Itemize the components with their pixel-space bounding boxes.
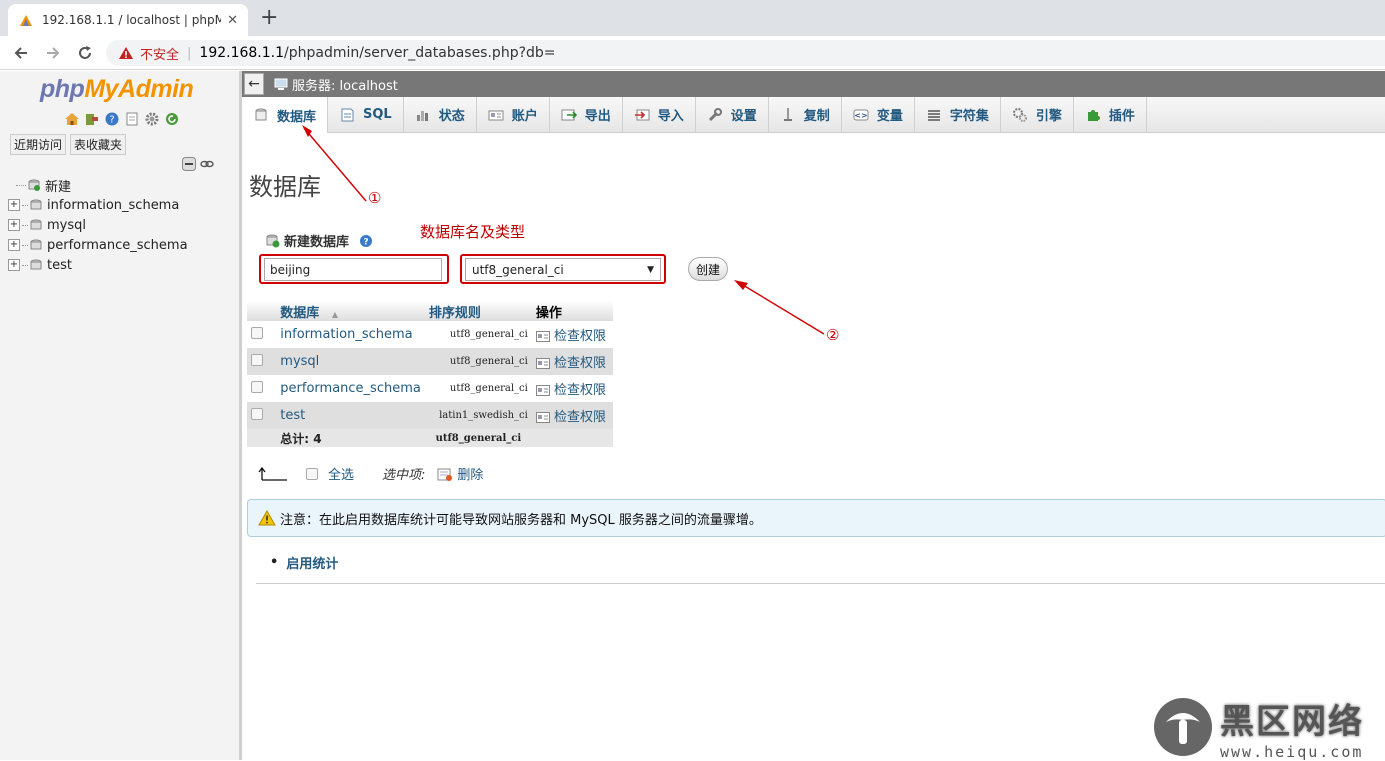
annotation-overlay — [302, 125, 825, 335]
tree-connector — [22, 204, 28, 206]
back-arrow-icon[interactable] — [12, 44, 30, 62]
forward-arrow-icon[interactable] — [44, 44, 62, 62]
annotation-arrowhead-2 — [734, 280, 748, 290]
address-bar: 不安全 | 192.168.1.1/phpadmin/server_databa… — [0, 36, 1385, 70]
left-navigation: phpMyAdmin ? 近期访问 表收藏夹 新建 + information_… — [0, 71, 242, 760]
tree-connector — [22, 244, 28, 246]
url-host: 192.168.1.1 — [199, 45, 285, 61]
annotation-arrow-1 — [303, 127, 367, 202]
tab-title: 192.168.1.1 / localhost | phpM — [42, 13, 222, 27]
new-tab-button[interactable]: + — [260, 4, 278, 32]
tree-item-test[interactable]: + test — [8, 255, 188, 275]
annotation-marker-2: ② — [826, 326, 840, 344]
url-text[interactable]: 192.168.1.1/phpadmin/server_databases.ph… — [199, 45, 555, 61]
watermark: 黑区网络 www.heiqu.com — [1152, 694, 1385, 761]
omnibox[interactable]: 不安全 | 192.168.1.1/phpadmin/server_databa… — [106, 40, 1385, 66]
tree-item-information-schema[interactable]: + information_schema — [8, 195, 188, 215]
link-icon[interactable] — [200, 157, 214, 171]
watermark-logo-icon — [1154, 698, 1212, 756]
tree-controls — [182, 157, 214, 171]
omnibox-separator: | — [187, 45, 192, 61]
tree-label: performance_schema — [47, 237, 188, 253]
reload-icon[interactable] — [76, 44, 94, 62]
browser-tab[interactable]: 192.168.1.1 / localhost | phpM ✕ — [8, 4, 248, 36]
logo-php: php — [40, 75, 85, 103]
tree-connector — [16, 184, 26, 186]
reload-nav-icon[interactable] — [164, 111, 180, 127]
expand-icon[interactable]: + — [8, 259, 20, 271]
help-icon[interactable]: ? — [104, 111, 120, 127]
favorites-button[interactable]: 表收藏夹 — [70, 134, 127, 155]
browser-tabbar: 192.168.1.1 / localhost | phpM ✕ + — [0, 0, 1385, 36]
collapse-all-icon[interactable] — [182, 157, 196, 171]
url-path: /phpadmin/server_databases.php?db= — [284, 45, 556, 61]
database-icon — [30, 259, 42, 270]
nav-icon-row: ? — [64, 111, 180, 127]
tree-label: information_schema — [47, 197, 180, 213]
tree-connector — [22, 224, 28, 226]
tree-label: 新建 — [45, 179, 72, 195]
warning-triangle-icon — [119, 47, 133, 59]
tree-item-performance-schema[interactable]: + performance_schema — [8, 235, 188, 255]
gear-icon[interactable] — [144, 111, 160, 127]
main-content: ← 服务器: localhost 数据库 SQL 状态 账户 导出 导入 设置 … — [242, 71, 1385, 760]
new-database-icon — [28, 179, 40, 191]
database-icon — [30, 199, 42, 210]
expand-icon[interactable]: + — [8, 219, 20, 231]
logout-icon[interactable] — [84, 111, 100, 127]
database-tree: 新建 + information_schema + mysql + perfor… — [8, 175, 188, 275]
annotation-marker-1: ① — [368, 189, 382, 207]
tree-label: test — [47, 257, 72, 273]
tree-item-new[interactable]: 新建 — [8, 175, 188, 195]
tree-label: mysql — [47, 217, 86, 233]
watermark-text: 黑区网络 www.heiqu.com — [1220, 694, 1364, 761]
docs-icon[interactable] — [124, 111, 140, 127]
expand-icon[interactable]: + — [8, 239, 20, 251]
home-icon[interactable] — [64, 111, 80, 127]
recent-button[interactable]: 近期访问 — [10, 134, 67, 155]
watermark-cn: 黑区网络 — [1220, 701, 1364, 742]
svg-text:?: ? — [109, 115, 114, 126]
tab-close-icon[interactable]: ✕ — [227, 13, 238, 28]
database-icon — [30, 219, 42, 230]
phpmyadmin-logo[interactable]: phpMyAdmin — [40, 75, 194, 104]
watermark-url: www.heiqu.com — [1220, 742, 1364, 761]
database-icon — [30, 239, 42, 250]
tree-item-mysql[interactable]: + mysql — [8, 215, 188, 235]
logo-myadmin: MyAdmin — [84, 75, 194, 103]
left-quick-buttons: 近期访问 表收藏夹 — [10, 134, 127, 155]
tree-connector — [22, 264, 28, 266]
security-label[interactable]: 不安全 — [140, 44, 179, 63]
annotation-arrow-2 — [737, 281, 825, 335]
phpmyadmin-favicon-icon — [20, 15, 32, 26]
expand-icon[interactable]: + — [8, 199, 20, 211]
